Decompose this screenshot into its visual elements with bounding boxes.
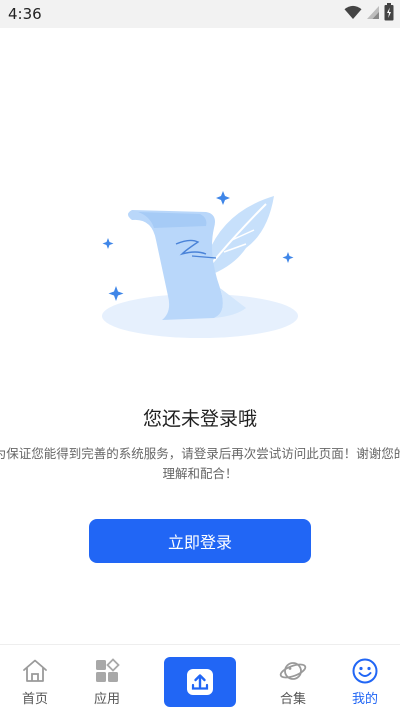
- planet-icon: [279, 657, 307, 685]
- login-button-label: 立即登录: [167, 533, 232, 552]
- smiley-icon: [351, 657, 379, 685]
- bottom-tab-bar: 首页 应用 合集 我的: [0, 644, 400, 713]
- tab-mine-label: 我的: [351, 692, 378, 707]
- tab-home[interactable]: 首页: [0, 645, 70, 713]
- status-bar: 4:36: [0, 0, 400, 28]
- tab-collection[interactable]: 合集: [258, 645, 328, 713]
- login-button[interactable]: 立即登录: [89, 519, 311, 563]
- status-icons: [344, 3, 394, 25]
- home-icon: [21, 657, 49, 685]
- tab-upload[interactable]: [164, 657, 236, 707]
- tab-home-label: 首页: [21, 692, 48, 707]
- empty-state-title: 您还未登录哦: [142, 408, 257, 430]
- tab-apps[interactable]: 应用: [72, 645, 142, 713]
- tab-apps-label: 应用: [93, 692, 120, 707]
- status-time: 4:36: [8, 5, 42, 23]
- signal-icon: [366, 5, 380, 24]
- empty-state-description: 为保证您能得到完善的系统服务，请登录后再次尝试访问此页面！谢谢您的理解和配合！: [0, 446, 400, 481]
- tab-collection-label: 合集: [279, 692, 306, 707]
- wifi-icon: [344, 5, 362, 24]
- tab-mine[interactable]: 我的: [330, 645, 400, 713]
- scroll-quill-icon: [96, 184, 306, 344]
- apps-grid-icon: [93, 657, 121, 685]
- upload-icon: [186, 668, 214, 696]
- battery-icon: [384, 3, 394, 25]
